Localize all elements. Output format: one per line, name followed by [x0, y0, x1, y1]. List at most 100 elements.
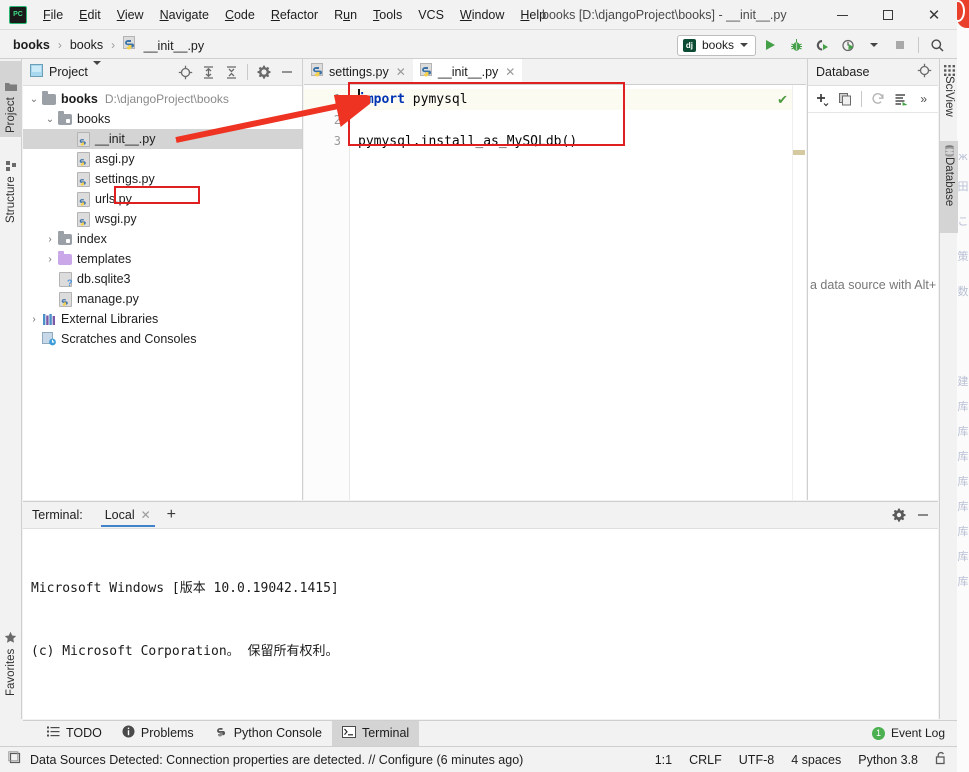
maximize-button[interactable] — [865, 0, 911, 30]
chevron-collapsed-icon[interactable]: › — [43, 234, 57, 245]
tree-row-init-py[interactable]: __init__.py — [23, 129, 302, 149]
code-editor[interactable]: 1 2 3 import pymysql pymysql.install_as_… — [304, 82, 806, 500]
status-message-group: Data Sources Detected: Connection proper… — [8, 751, 523, 768]
database-file-icon: ? — [57, 271, 73, 288]
sidebar-tab-database[interactable]: Database — [940, 141, 958, 233]
more-actions-button[interactable]: » — [913, 88, 934, 110]
chevron-collapsed-icon[interactable]: › — [27, 314, 41, 325]
terminal-hide-button[interactable] — [912, 504, 934, 526]
menu-file[interactable]: File — [35, 5, 71, 25]
close-icon[interactable]: ✕ — [505, 65, 515, 79]
menu-window[interactable]: Window — [452, 5, 512, 25]
refresh-button[interactable] — [868, 88, 889, 110]
sidebar-tab-project[interactable]: Project — [0, 61, 22, 137]
python-interpreter[interactable]: Python 3.8 — [858, 753, 918, 767]
breadcrumb-item-project[interactable]: books — [10, 36, 53, 54]
bottom-tab-python-console[interactable]: Python Console — [204, 721, 332, 746]
menu-tools[interactable]: Tools — [365, 5, 410, 25]
run-button[interactable] — [758, 33, 782, 57]
bottom-tab-problems[interactable]: Problems — [112, 721, 204, 746]
select-opened-file-button[interactable] — [174, 61, 196, 83]
bottom-tab-todo[interactable]: TODO — [37, 721, 112, 746]
play-icon — [766, 40, 775, 50]
editor-tab-init-py[interactable]: __init__.py ✕ — [412, 59, 523, 84]
collapse-all-button[interactable] — [220, 61, 242, 83]
status-widget-icon[interactable] — [8, 751, 22, 768]
event-log-label[interactable]: Event Log — [891, 726, 945, 740]
profile-button[interactable] — [836, 33, 860, 57]
sidebar-tab-sciview[interactable]: SciView — [940, 61, 958, 137]
folder-icon — [41, 90, 57, 105]
minimize-button[interactable] — [819, 0, 865, 30]
tree-row-index[interactable]: › index — [23, 229, 302, 249]
expand-all-button[interactable] — [197, 61, 219, 83]
profiler-icon — [841, 39, 854, 51]
editor-marker-rail[interactable] — [792, 85, 806, 500]
sidebar-tab-structure[interactable]: Structure — [0, 141, 22, 227]
menu-code[interactable]: Code — [217, 5, 263, 25]
close-button[interactable]: ✕ — [911, 0, 957, 30]
duplicate-button[interactable] — [835, 88, 856, 110]
chevron-expanded-icon[interactable]: ⌄ — [27, 94, 41, 105]
breadcrumb-item-folder[interactable]: books — [67, 36, 106, 54]
python-file-icon — [75, 191, 91, 207]
terminal-settings-button[interactable] — [888, 504, 910, 526]
close-icon[interactable]: ✕ — [396, 65, 406, 79]
menu-refactor[interactable]: Refactor — [263, 5, 326, 25]
inspection-status-icon[interactable]: ✔ — [777, 93, 788, 108]
tree-row-wsgi-py[interactable]: wsgi.py — [23, 209, 302, 229]
tree-row-urls-py[interactable]: urls.py — [23, 189, 302, 209]
add-data-source-button[interactable] — [812, 88, 833, 110]
close-icon[interactable]: ✕ — [141, 508, 151, 522]
tree-row-db-sqlite3[interactable]: ? db.sqlite3 — [23, 269, 302, 289]
bottom-tab-label: Problems — [140, 726, 194, 740]
indent-setting[interactable]: 4 spaces — [791, 753, 841, 767]
tree-row-settings-py[interactable]: settings.py — [23, 169, 302, 189]
python-icon — [214, 725, 228, 742]
search-everywhere-button[interactable] — [925, 33, 949, 57]
terminal-session-tab-local[interactable]: Local ✕ — [97, 505, 159, 527]
database-panel-header: Database — [808, 59, 938, 86]
hide-panel-button[interactable] — [276, 61, 298, 83]
tree-row-books-root[interactable]: ⌄ books D:\djangoProject\books — [23, 89, 302, 109]
lock-icon[interactable] — [935, 751, 947, 768]
tree-row-templates[interactable]: › templates — [23, 249, 302, 269]
bottom-tab-terminal[interactable]: Terminal — [331, 720, 420, 746]
jump-to-query-console-button[interactable] — [891, 88, 912, 110]
new-terminal-session-button[interactable]: + — [159, 507, 184, 523]
tree-label: manage.py — [77, 292, 139, 306]
tree-row-asgi-py[interactable]: asgi.py — [23, 149, 302, 169]
profile-dropdown[interactable] — [862, 33, 886, 57]
breadcrumb-item-file[interactable]: __init__.py — [120, 34, 207, 55]
caret-position[interactable]: 1:1 — [655, 753, 672, 767]
tree-label: wsgi.py — [95, 212, 137, 226]
menu-edit[interactable]: Edit — [71, 5, 109, 25]
tree-row-manage-py[interactable]: manage.py — [23, 289, 302, 309]
status-message[interactable]: Data Sources Detected: Connection proper… — [30, 753, 523, 767]
menu-navigate[interactable]: Navigate — [152, 5, 217, 25]
chevron-collapsed-icon[interactable]: › — [43, 254, 57, 265]
database-panel-title: Database — [816, 65, 870, 79]
menu-vcs[interactable]: VCS — [410, 5, 452, 25]
chevron-down-icon[interactable] — [92, 61, 101, 79]
project-settings-button[interactable] — [253, 61, 275, 83]
structure-icon — [5, 160, 17, 172]
run-with-coverage-button[interactable] — [810, 33, 834, 57]
tree-row-external-libraries[interactable]: › External Libraries — [23, 309, 302, 329]
editor-tab-settings-py[interactable]: settings.py ✕ — [304, 59, 413, 84]
line-separator[interactable]: CRLF — [689, 753, 722, 767]
stop-button[interactable] — [888, 33, 912, 57]
tree-row-scratches-consoles[interactable]: Scratches and Consoles — [23, 329, 302, 349]
code-text[interactable]: import pymysql pymysql.install_as_MySQLd… — [348, 82, 806, 500]
chevron-expanded-icon[interactable]: ⌄ — [43, 114, 57, 125]
file-encoding[interactable]: UTF-8 — [739, 753, 774, 767]
menu-run[interactable]: Run — [326, 5, 365, 25]
run-configuration-selector[interactable]: dj books — [676, 34, 756, 56]
debug-button[interactable] — [784, 33, 808, 57]
tree-row-books-module[interactable]: ⌄ books — [23, 109, 302, 129]
sidebar-tab-favorites[interactable]: Favorites — [0, 614, 22, 700]
select-opened-file-button[interactable] — [917, 63, 932, 81]
python-file-icon — [57, 291, 73, 307]
menu-view[interactable]: View — [109, 5, 152, 25]
